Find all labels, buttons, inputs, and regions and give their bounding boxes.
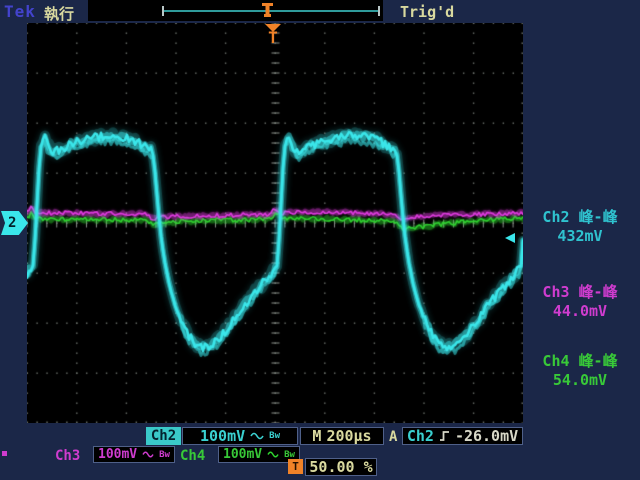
timebase-prefix: M: [312, 427, 322, 445]
measurement-ch3-pkpk: Ch3 峰-峰 44.0mV: [524, 283, 636, 321]
trigger-status: Trig'd: [400, 3, 455, 21]
timebase-value: 200μs: [326, 427, 372, 445]
trigger-level-value: -26.0mV: [454, 427, 519, 445]
trigger-position-readout: 50.00 %: [305, 458, 377, 476]
ch4-scale-value: 100mV: [223, 447, 263, 462]
ac-coupling-icon: [142, 451, 154, 458]
ch3-channel-label: Ch3: [55, 448, 81, 464]
measurement-value: 432mV: [557, 227, 603, 245]
measurement-value: 44.0mV: [552, 302, 608, 320]
t-chip-label: T: [292, 460, 299, 473]
graticule: [27, 23, 523, 423]
measurement-ch4-pkpk: Ch4 峰-峰 54.0mV: [524, 352, 636, 390]
rising-edge-icon: [439, 431, 449, 441]
record-view-right-bracket: [378, 6, 380, 16]
ch2-scale-value: 100mV: [200, 427, 246, 445]
waveform-canvas: [27, 23, 523, 423]
ch3-offscreen-marker: [2, 451, 7, 456]
record-trigger-t-icon: [262, 3, 273, 17]
ch2-channel-chip: Ch2: [146, 427, 181, 445]
oscilloscope-screen: Tek 執行 Trig'd T 2 Ch2 峰-峰 432mV Ch3 峰-峰 …: [0, 0, 640, 480]
bw-limit-icon: Bw: [284, 449, 295, 460]
ch2-ground-label: 2: [8, 215, 17, 231]
measurement-label: Ch2 峰-峰: [542, 208, 618, 226]
ch2-ground-marker: 2: [1, 211, 28, 235]
ch3-scale-readout: 100mV Bw: [93, 446, 175, 463]
timebase-readout: M 200μs: [300, 427, 384, 445]
ch2-scale-readout: 100mV Bw: [182, 427, 298, 445]
bw-limit-icon: Bw: [269, 431, 280, 441]
ch3-scale-value: 100mV: [98, 447, 138, 462]
acquisition-status: 執行: [44, 5, 75, 23]
measurement-label: Ch3 峰-峰: [542, 283, 618, 301]
ac-coupling-icon: [250, 432, 264, 440]
ch4-channel-label: Ch4: [180, 448, 206, 464]
trigger-position-value: 50.00 %: [309, 458, 373, 476]
trigger-source-label: Ch2: [406, 427, 434, 445]
tek-logo: Tek: [4, 2, 36, 21]
trigger-system-label: A: [389, 429, 398, 445]
measurement-value: 54.0mV: [552, 371, 608, 389]
trigger-level-arrow-icon: [505, 233, 515, 243]
bw-limit-icon: Bw: [159, 449, 170, 460]
ch2-chip-label: Ch2: [150, 428, 177, 444]
measurement-ch2-pkpk: Ch2 峰-峰 432mV: [524, 208, 636, 246]
trigger-readout: Ch2 -26.0mV: [402, 427, 523, 445]
trigger-position-t-icon: T: [268, 28, 278, 47]
measurement-label: Ch4 峰-峰: [542, 352, 618, 370]
trigger-position-t-chip: T: [288, 459, 303, 474]
ac-coupling-icon: [267, 451, 279, 458]
